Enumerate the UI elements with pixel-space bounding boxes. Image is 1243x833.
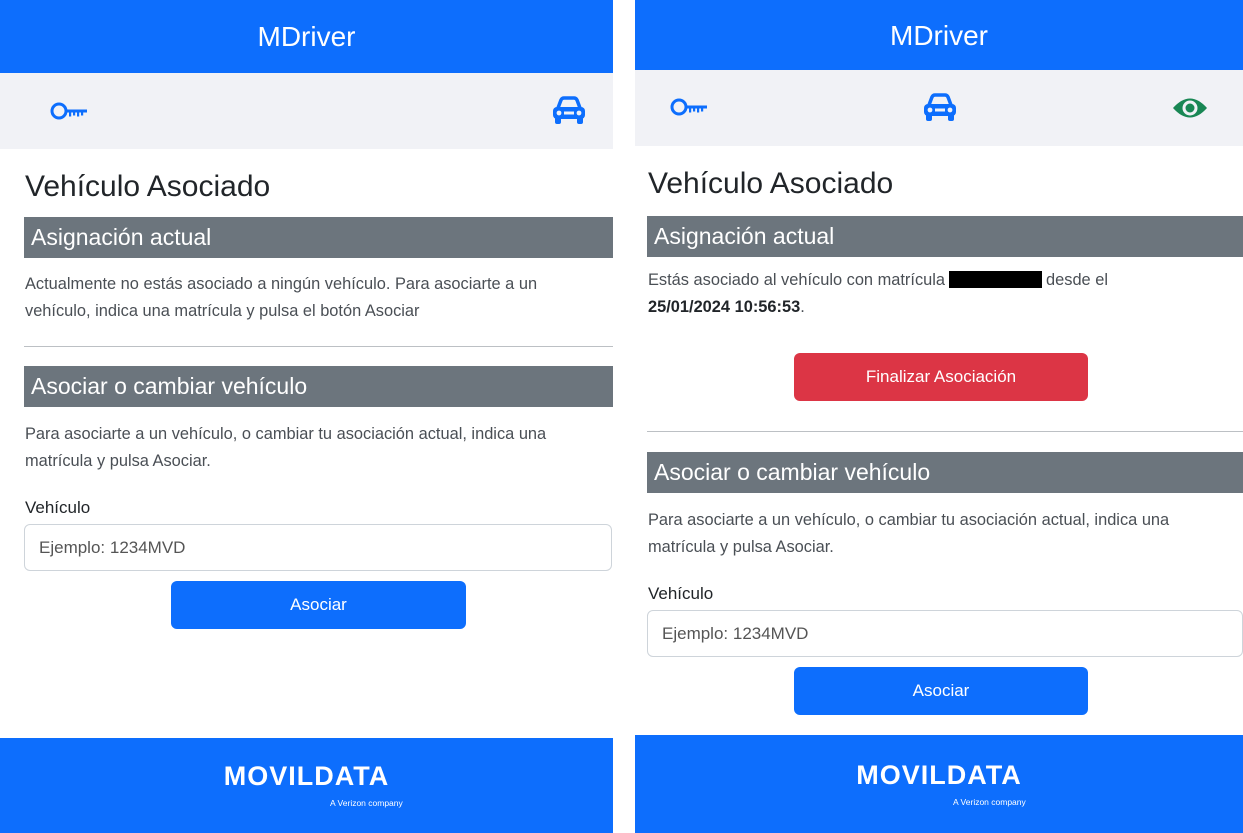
- associate-header: Asociar o cambiar vehículo: [647, 452, 1243, 493]
- current-assignment-header-label: Asignación actual: [654, 223, 835, 249]
- app-header: MDriver: [0, 0, 613, 73]
- associate-header: Asociar o cambiar vehículo: [24, 366, 613, 407]
- vehicle-field-label: Vehículo: [25, 498, 91, 517]
- app-title: MDriver: [890, 20, 988, 51]
- current-assignment-text: Estás asociado al vehículo con matrícula…: [648, 267, 1208, 321]
- assignment-text-start: Estás asociado al vehículo con matrícula: [648, 271, 946, 289]
- end-association-button[interactable]: Finalizar Asociación: [794, 353, 1088, 401]
- app-title: MDriver: [257, 20, 356, 52]
- redacted-plate: [949, 271, 1043, 288]
- vehicle-plate-input[interactable]: [24, 524, 612, 571]
- current-assignment-header: Asignación actual: [24, 217, 613, 258]
- associate-text: Para asociarte a un vehículo, o cambiar …: [648, 511, 1170, 556]
- assignment-datetime: 25/01/2024 10:56:53: [648, 298, 801, 316]
- page-title: Vehículo Asociado: [25, 170, 271, 203]
- app-header: MDriver: [635, 0, 1243, 70]
- current-assignment-header-label: Asignación actual: [31, 224, 212, 250]
- divider: [24, 346, 613, 347]
- brand-logo: MOVILDATA: [223, 761, 390, 791]
- vehicle-plate-input[interactable]: [647, 610, 1243, 657]
- vehicle-field-label: Vehículo: [648, 584, 714, 603]
- nav-bar: [635, 70, 1243, 146]
- right-screen: MDriver Vehículo Asociado Asignación act…: [635, 0, 1243, 833]
- car-icon[interactable]: [921, 93, 959, 128]
- associate-button[interactable]: Asociar: [171, 581, 466, 629]
- footer: MOVILDATA A Verizon company: [0, 738, 613, 833]
- key-icon[interactable]: [50, 100, 88, 127]
- car-icon[interactable]: [550, 96, 588, 131]
- divider: [647, 431, 1243, 432]
- brand-tagline: A Verizon company: [330, 798, 403, 808]
- current-assignment-text: Actualmente no estás asociado a ningún v…: [25, 275, 538, 320]
- associate-button[interactable]: Asociar: [794, 667, 1088, 715]
- associate-header-label: Asociar o cambiar vehículo: [31, 373, 308, 399]
- current-assignment-header: Asignación actual: [647, 216, 1243, 257]
- assignment-suffix: .: [800, 298, 805, 316]
- nav-bar: [0, 73, 613, 149]
- left-screen: MDriver Vehículo Asociado Asignación act…: [0, 0, 613, 833]
- key-icon[interactable]: [670, 96, 708, 123]
- eye-icon[interactable]: [1171, 95, 1209, 126]
- footer: MOVILDATA A Verizon company: [635, 735, 1243, 833]
- associate-text: Para asociarte a un vehículo, o cambiar …: [25, 425, 547, 470]
- brand-tagline: A Verizon company: [953, 797, 1026, 807]
- assignment-text-end: desde el: [1046, 271, 1108, 289]
- associate-header-label: Asociar o cambiar vehículo: [654, 459, 931, 485]
- brand-logo: MOVILDATA: [856, 760, 1022, 790]
- page-title: Vehículo Asociado: [648, 167, 894, 200]
